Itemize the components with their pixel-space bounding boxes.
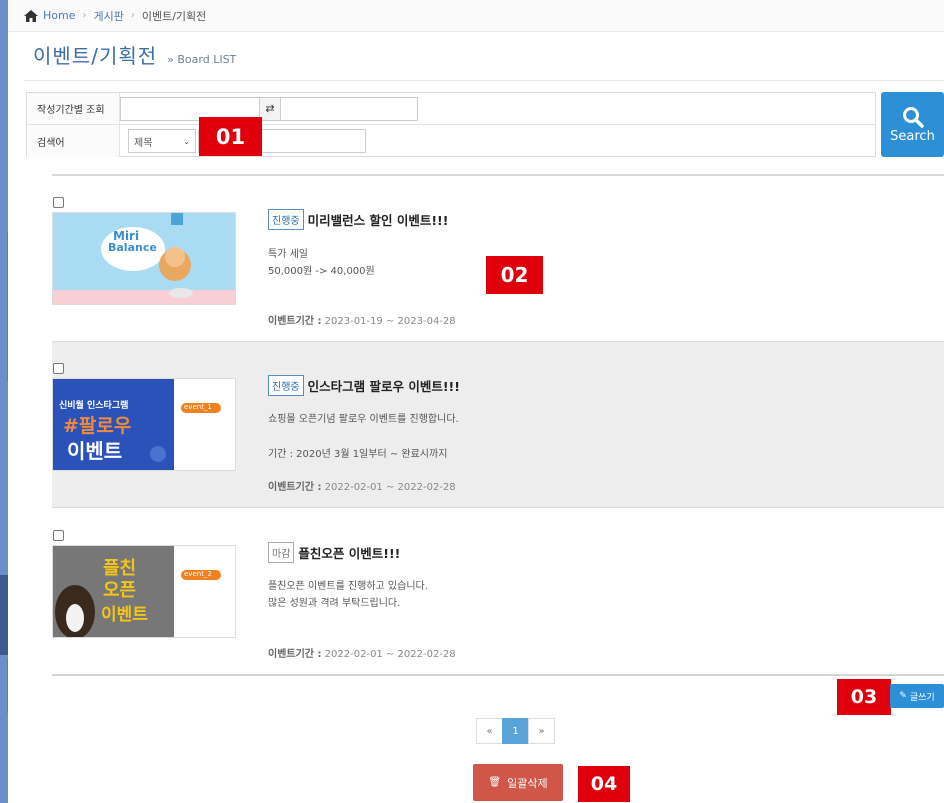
item-title[interactable]: 인스타그램 팔로우 이벤트!!! (308, 376, 460, 395)
list-bottom-border (52, 675, 944, 676)
search-button[interactable]: Search (881, 92, 944, 157)
thumb-brand-2: Balance (108, 241, 157, 254)
event-thumbnail[interactable]: 플친 오픈 이벤트 event_2 (52, 545, 236, 638)
thumb-line-2: #팔로우 (63, 415, 132, 437)
breadcrumb: Home › 게시판 › 이벤트/기획전 (8, 0, 944, 32)
item-header: 마감 플친오픈 이벤트!!! (268, 542, 908, 563)
page-subtitle: » Board LIST (167, 53, 237, 66)
thumb-line-3: 이벤트 (101, 605, 148, 625)
thumb-line-3: 이벤트 (67, 439, 123, 463)
title-divider (24, 80, 944, 81)
status-badge: 진행중 (268, 209, 304, 230)
next-page-button[interactable]: » (528, 718, 555, 744)
period-label: 이벤트기간 : (268, 649, 322, 660)
search-button-label: Search (890, 128, 935, 144)
list-item[interactable]: 신비월 인스타그램 #팔로우 이벤트 event_1 진행중 인스타그램 팔로우… (52, 342, 944, 508)
item-desc-1: 특가 세일 (268, 249, 308, 260)
period-label: 이벤트기간 : (268, 316, 322, 327)
item-info: 진행중 미리밸런스 할인 이벤트!!! 특가 세일 50,000원 -> 40,… (268, 209, 908, 280)
thumbnail-image (53, 213, 235, 304)
chevron-down-icon: ⌄ (183, 136, 190, 146)
item-period: 이벤트기간 : 2022-02-01 ~ 2022-02-28 (268, 645, 456, 660)
thumb-tag: event_1 (184, 403, 212, 411)
breadcrumb-separator: › (130, 10, 135, 21)
select-value: 제목 (134, 137, 153, 149)
status-badge: 진행중 (268, 375, 304, 396)
search-row-keyword: 검색어 제목 ⌄ (27, 125, 875, 157)
page: Home › 게시판 › 이벤트/기획전 이벤트/기획전 » Board LIS… (8, 0, 944, 803)
event-thumbnail[interactable]: 신비월 인스타그램 #팔로우 이벤트 event_1 (52, 378, 236, 471)
search-row-period: 작성기간별 조회 ⇄ (27, 93, 875, 125)
write-button[interactable]: ✎ 글쓰기 (890, 684, 944, 708)
pencil-icon: ✎ (899, 691, 907, 701)
trash-icon: 🗑 (488, 777, 502, 788)
pagination: « 1 » (476, 718, 555, 744)
callout-badge-04-text: 04 (590, 773, 618, 795)
prev-page-button[interactable]: « (476, 718, 503, 744)
item-desc-2: 많은 성원과 격려 부탁드립니다. (268, 598, 401, 609)
item-desc-1: 플친오픈 이벤트를 진행하고 있습니다. (268, 581, 428, 592)
page-button-1[interactable]: 1 (502, 718, 529, 744)
callout-badge-01-text: 01 (215, 124, 246, 149)
title-area: 이벤트/기획전 » Board LIST (33, 40, 236, 69)
callout-badge-04: 04 (578, 766, 630, 802)
item-title[interactable]: 플친오픈 이벤트!!! (298, 543, 400, 562)
status-badge: 마감 (268, 542, 295, 563)
item-header: 진행중 인스타그램 팔로우 이벤트!!! (268, 375, 908, 396)
item-desc-1: 쇼핑몰 오픈기념 팔로우 이벤트를 진행합니다. (268, 414, 459, 425)
item-desc-2: 50,000원 -> 40,000원 (268, 266, 375, 277)
item-header: 진행중 미리밸런스 할인 이벤트!!! (268, 209, 908, 230)
thumb-line-1: 신비월 인스타그램 (59, 401, 129, 411)
period-value: 2022-02-01 ~ 2022-02-28 (324, 482, 456, 493)
rail-block (0, 575, 8, 655)
swap-icon: ⇄ (260, 96, 280, 121)
search-field-select[interactable]: 제목 ⌄ (128, 129, 196, 153)
period-label: 작성기간별 조회 (27, 93, 120, 124)
left-rail (0, 0, 10, 803)
callout-badge-02-text: 02 (500, 263, 529, 287)
breadcrumb-separator: › (82, 10, 87, 21)
item-desc-2: 기간 : 2020년 3월 1일부터 ~ 완료시까지 (268, 449, 448, 460)
thumb-line-2: 오픈 (103, 580, 137, 601)
item-info: 마감 플친오픈 이벤트!!! 플친오픈 이벤트를 진행하고 있습니다. 많은 성… (268, 542, 908, 612)
write-button-label: 글쓰기 (909, 692, 935, 703)
delete-all-label: 일괄삭제 (507, 776, 548, 790)
breadcrumb-home[interactable]: Home (43, 9, 75, 22)
keyword-label: 검색어 (27, 125, 120, 157)
item-title[interactable]: 미리밸런스 할인 이벤트!!! (308, 210, 449, 229)
end-date-input[interactable] (280, 96, 418, 121)
item-checkbox[interactable] (53, 197, 64, 208)
callout-badge-02: 02 (486, 256, 543, 294)
home-icon[interactable] (24, 9, 38, 22)
period-label: 이벤트기간 : (268, 482, 322, 493)
breadcrumb-current: 이벤트/기획전 (141, 9, 207, 23)
period-value: 2022-02-01 ~ 2022-02-28 (324, 649, 456, 660)
callout-badge-01: 01 (199, 117, 262, 156)
list-item[interactable]: 플친 오픈 이벤트 event_2 마감 플친오픈 이벤트!!! 플친오픈 이벤… (52, 509, 944, 675)
item-checkbox[interactable] (53, 530, 64, 541)
search-icon (902, 106, 924, 128)
item-info: 진행중 인스타그램 팔로우 이벤트!!! 쇼핑몰 오픈기념 팔로우 이벤트를 진… (268, 375, 908, 463)
search-box: 작성기간별 조회 ⇄ 검색어 제목 ⌄ (26, 92, 876, 157)
thumb-tag: event_2 (184, 570, 212, 578)
page-title: 이벤트/기획전 (33, 44, 158, 68)
callout-badge-03: 03 (837, 679, 891, 715)
delete-all-button[interactable]: 🗑 일괄삭제 (473, 764, 563, 801)
period-value: 2023-01-19 ~ 2023-04-28 (324, 316, 456, 327)
event-thumbnail[interactable]: Miri Balance (52, 212, 236, 305)
item-period: 이벤트기간 : 2022-02-01 ~ 2022-02-28 (268, 478, 456, 493)
breadcrumb-board[interactable]: 게시판 (93, 8, 123, 24)
item-checkbox[interactable] (53, 363, 64, 374)
callout-badge-03-text: 03 (850, 686, 878, 708)
item-period: 이벤트기간 : 2023-01-19 ~ 2023-04-28 (268, 312, 456, 327)
